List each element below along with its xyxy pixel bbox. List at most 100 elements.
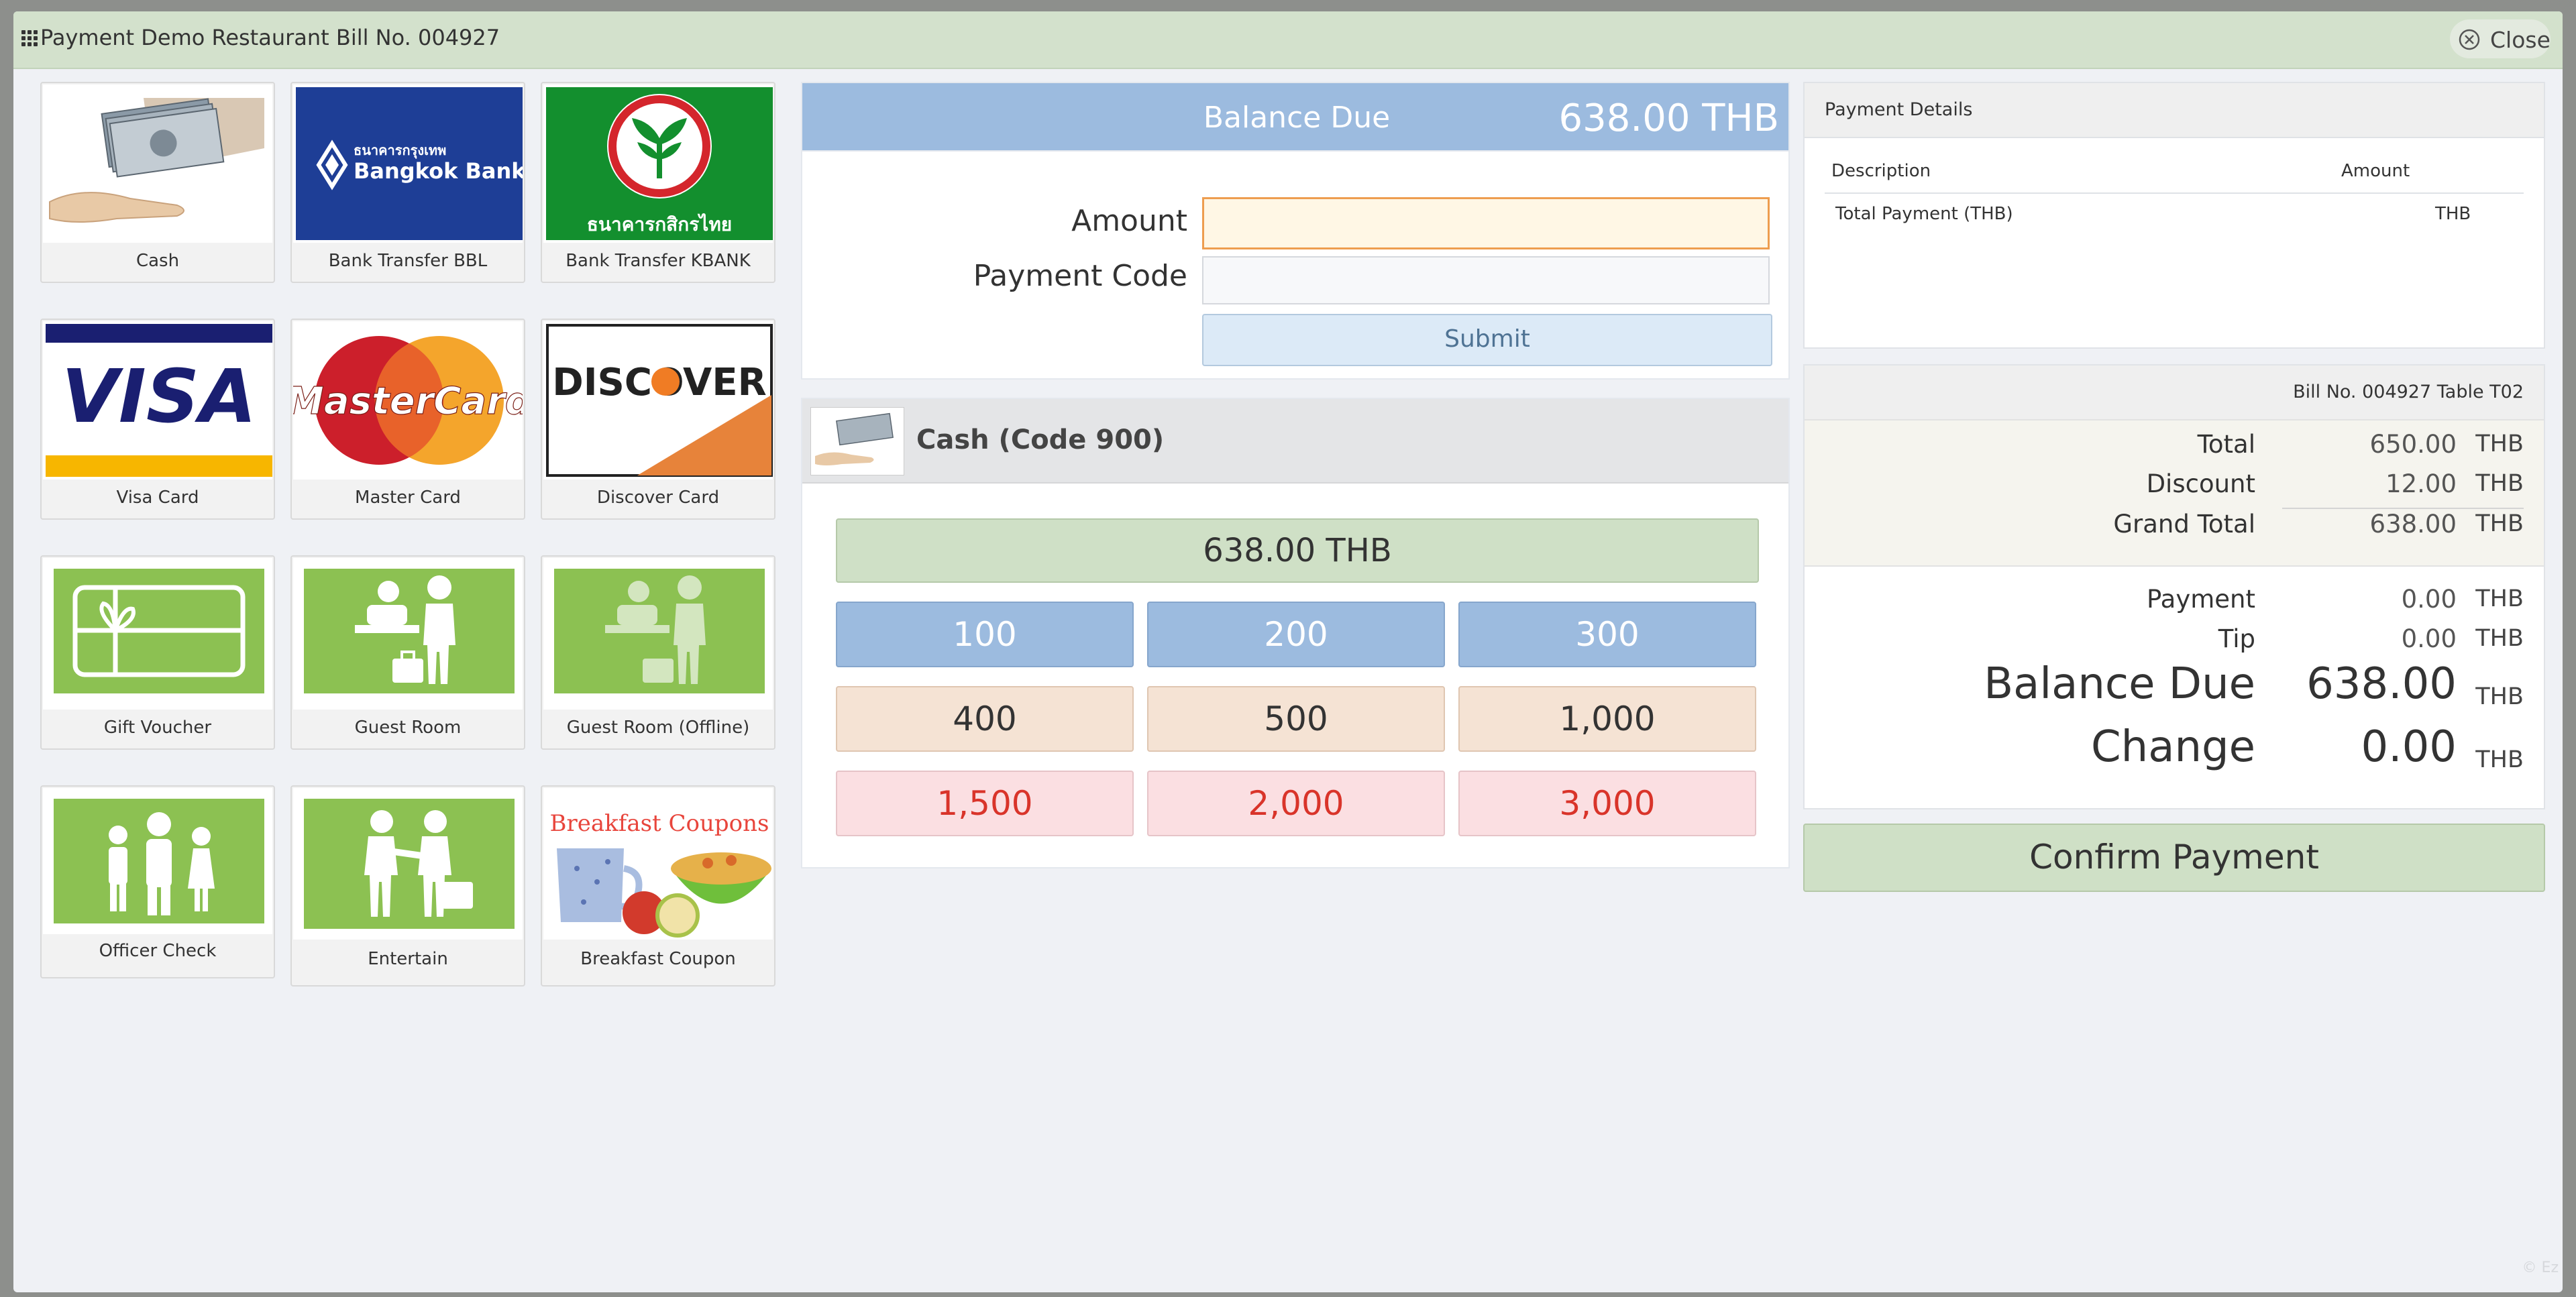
payment-value: 0.00 <box>2401 585 2457 614</box>
tip-currency: THB <box>2475 625 2524 652</box>
bill-summary-panel: Bill No. 004927 Table T02 Total 650.00 T… <box>1803 364 2545 809</box>
cash-thumbnail-icon <box>810 407 904 475</box>
row-description: Total Payment (THB) <box>1835 204 2013 224</box>
change-label: Change <box>2090 722 2255 772</box>
method-tile-gift-voucher[interactable]: Gift Voucher <box>40 555 275 750</box>
quick-amount-button[interactable]: 300 <box>1458 602 1756 667</box>
breakfast-coupon-image: Breakfast Coupons <box>543 788 773 940</box>
window-title: Payment Demo Restaurant Bill No. 004927 <box>40 25 500 50</box>
close-icon <box>2459 29 2480 50</box>
quick-amount-button[interactable]: 1,500 <box>836 771 1134 836</box>
selected-method-panel: Cash (Code 900) 638.00 THB 100 200 300 4… <box>801 398 1790 868</box>
mastercard-logo: MasterCard <box>293 321 523 480</box>
quick-amount-button[interactable]: 1,000 <box>1458 686 1756 752</box>
method-tile-breakfast-coupon[interactable]: Breakfast Coupons Breakfast Coupon <box>541 785 775 986</box>
discount-label: Discount <box>2146 469 2255 498</box>
svg-text:ธนาคารกรุงเทพ: ธนาคารกรุงเทพ <box>354 142 446 159</box>
balance-due-header: Balance Due 638.00 THB <box>801 82 1790 152</box>
bill-summary-header: Bill No. 004927 Table T02 <box>1805 365 2544 420</box>
change-value: 0.00 <box>2361 722 2457 772</box>
table-divider <box>1825 192 2524 194</box>
selected-method-title: Cash (Code 900) <box>916 425 1165 455</box>
submit-button[interactable]: Submit <box>1202 314 1772 366</box>
method-tile-guest-room[interactable]: Guest Room <box>290 555 525 750</box>
payment-entry-form: Amount Payment Code Submit <box>801 152 1790 380</box>
payment-currency: THB <box>2475 585 2524 612</box>
grid-menu-icon <box>20 29 39 48</box>
amount-field[interactable] <box>1202 197 1770 249</box>
quick-amount-button[interactable]: 3,000 <box>1458 771 1756 836</box>
svg-text:ธนาคารกสิกรไทย: ธนาคารกสิกรไทย <box>587 213 732 235</box>
svg-text:Breakfast Coupons: Breakfast Coupons <box>550 810 769 837</box>
column-header-description: Description <box>1831 161 1931 181</box>
confirm-payment-button[interactable]: Confirm Payment <box>1803 824 2545 892</box>
svg-text:MasterCard: MasterCard <box>293 380 523 423</box>
payment-details-panel: Payment Details Description Amount Total… <box>1803 82 2545 349</box>
method-label: Master Card <box>355 488 461 508</box>
balance-due-value: 638.00 <box>2306 659 2457 709</box>
total-currency: THB <box>2475 431 2524 457</box>
exact-amount-button[interactable]: 638.00 THB <box>836 518 1759 583</box>
guest-room-offline-icon <box>543 558 773 710</box>
quick-amount-button[interactable]: 100 <box>836 602 1134 667</box>
discover-logo: DISCOVER <box>543 321 773 480</box>
method-tile-entertain[interactable]: Entertain <box>290 785 525 986</box>
method-label: Bank Transfer KBANK <box>566 251 751 271</box>
selected-method-header: Cash (Code 900) <box>802 399 1788 484</box>
total-label: Total <box>2197 430 2255 459</box>
method-tile-bank-transfer-bbl[interactable]: ธนาคารกรุงเทพ Bangkok Bank Bank Transfer… <box>290 82 525 283</box>
method-label: Guest Room (Offline) <box>566 718 750 738</box>
method-tile-guest-room-offline[interactable]: Guest Room (Offline) <box>541 555 775 750</box>
method-tile-bank-transfer-kbank[interactable]: ธนาคารกสิกรไทย Bank Transfer KBANK <box>541 82 775 283</box>
totals-section: Total 650.00 THB Discount 12.00 THB Gran… <box>1805 420 2544 567</box>
method-tile-cash[interactable]: Cash <box>40 82 275 283</box>
close-button[interactable]: Close <box>2450 19 2551 58</box>
title-bar: Payment Demo Restaurant Bill No. 004927 … <box>13 11 2563 69</box>
method-label: Officer Check <box>99 941 217 961</box>
grand-total-divider <box>2282 508 2524 509</box>
gift-voucher-icon <box>43 558 272 710</box>
tip-label: Tip <box>2218 624 2255 653</box>
cash-image <box>43 84 272 243</box>
payment-dialog: Payment Demo Restaurant Bill No. 004927 … <box>13 11 2563 1292</box>
method-tile-master-card[interactable]: MasterCard Master Card <box>290 319 525 520</box>
method-label: Entertain <box>368 949 448 969</box>
method-label: Gift Voucher <box>103 718 212 738</box>
payment-label: Payment <box>2147 585 2255 614</box>
method-tile-visa-card[interactable]: VISA Visa Card <box>40 319 275 520</box>
method-label: Guest Room <box>354 718 462 738</box>
method-label: Bank Transfer BBL <box>328 251 488 271</box>
grand-total-currency: THB <box>2475 510 2524 537</box>
payment-code-field[interactable] <box>1202 256 1770 304</box>
tip-value: 0.00 <box>2401 624 2457 653</box>
row-amount: THB <box>2435 204 2471 224</box>
method-label: Breakfast Coupon <box>580 949 736 969</box>
svg-text:Bangkok Bank: Bangkok Bank <box>354 158 523 184</box>
balance-due-amount: 638.00 THB <box>1558 97 1779 140</box>
quick-amount-button[interactable]: 400 <box>836 686 1134 752</box>
method-label: Discover Card <box>596 488 720 508</box>
copyright-watermark: © Ez <box>2522 1259 2559 1276</box>
grand-total-value: 638.00 <box>2369 510 2457 539</box>
payment-code-label: Payment Code <box>973 259 1187 293</box>
quick-amount-button[interactable]: 200 <box>1147 602 1445 667</box>
column-header-amount: Amount <box>2341 161 2410 181</box>
bill-number-label: Bill No. 004927 Table T02 <box>2293 382 2524 402</box>
total-value: 650.00 <box>2369 430 2457 459</box>
close-label: Close <box>2490 27 2551 53</box>
grand-total-label: Grand Total <box>2113 510 2255 539</box>
kasikorn-bank-logo: ธนาคารกสิกรไทย <box>543 84 773 243</box>
discount-value: 12.00 <box>2385 469 2457 498</box>
method-tile-officer-check[interactable]: Officer Check <box>40 785 275 978</box>
balance-due-label: Balance Due <box>1984 659 2255 709</box>
guest-room-icon <box>293 558 523 710</box>
method-tile-discover-card[interactable]: DISCOVER Discover Card <box>541 319 775 520</box>
quick-amount-button[interactable]: 2,000 <box>1147 771 1445 836</box>
officer-check-icon <box>43 788 272 934</box>
method-label: Visa Card <box>116 488 199 508</box>
amount-label: Amount <box>1071 204 1187 238</box>
quick-amount-button[interactable]: 500 <box>1147 686 1445 752</box>
discount-currency: THB <box>2475 470 2524 497</box>
change-currency: THB <box>2475 746 2524 773</box>
method-label: Cash <box>136 251 180 271</box>
